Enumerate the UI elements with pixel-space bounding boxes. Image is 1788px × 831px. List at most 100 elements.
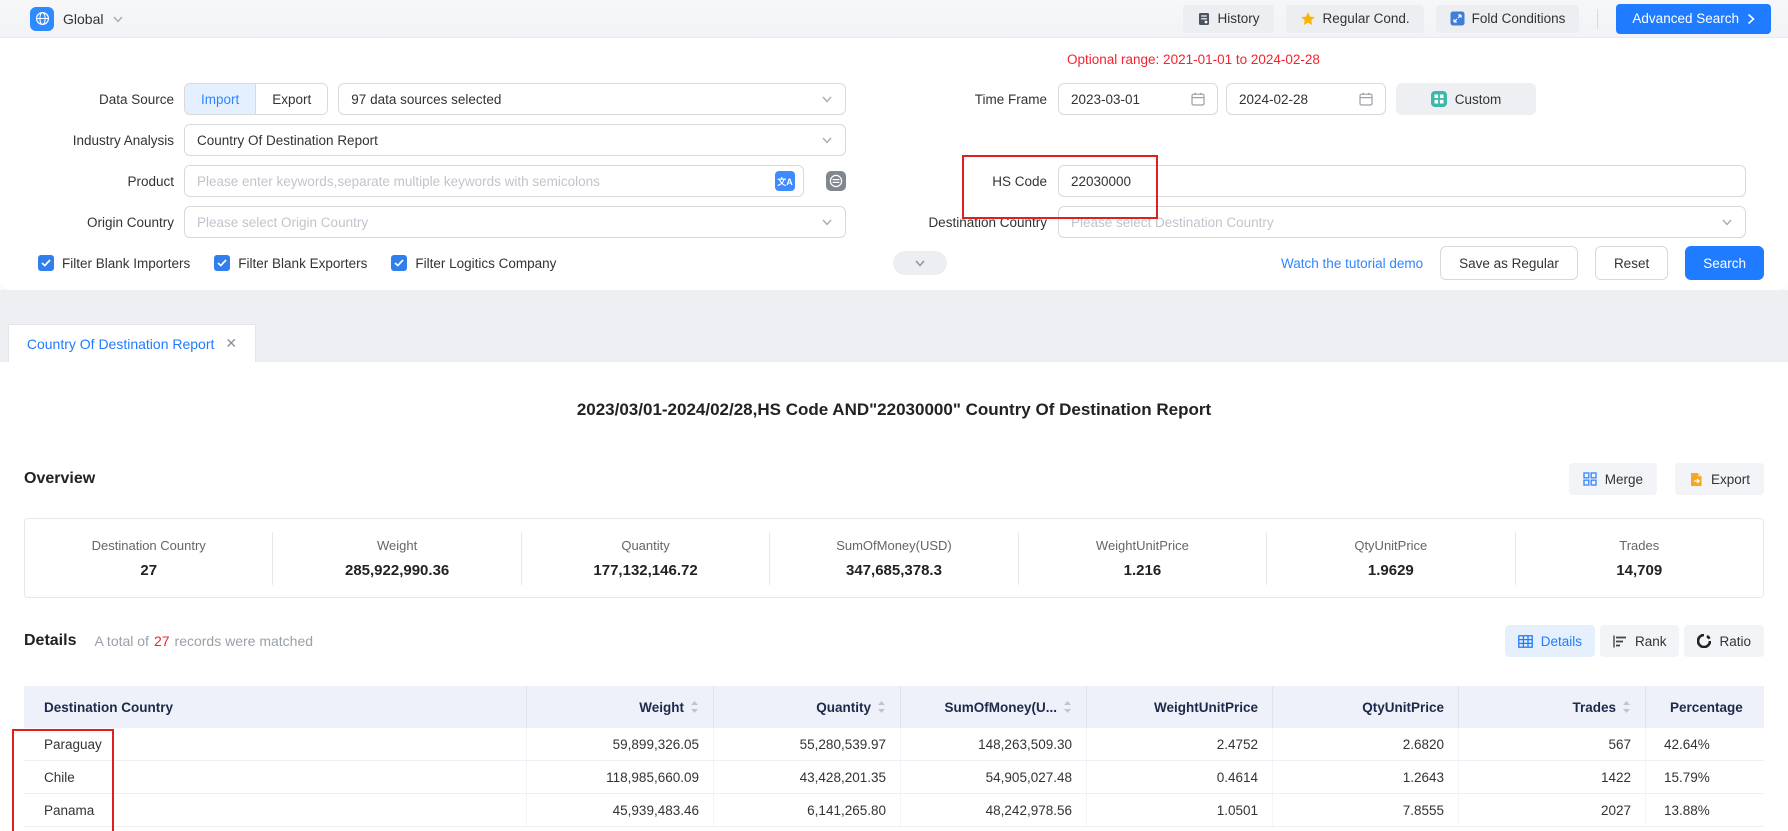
- col-trades[interactable]: Trades: [1458, 686, 1645, 728]
- sort-icon[interactable]: [1622, 700, 1631, 714]
- search-button[interactable]: Search: [1685, 246, 1764, 280]
- import-toggle[interactable]: Import: [185, 84, 255, 114]
- col-destination-country[interactable]: Destination Country: [24, 686, 526, 728]
- tutorial-demo-link[interactable]: Watch the tutorial demo: [1281, 256, 1423, 271]
- view-details-button[interactable]: Details: [1505, 625, 1595, 657]
- export-button[interactable]: Export: [1675, 463, 1764, 495]
- merge-button[interactable]: Merge: [1569, 463, 1657, 495]
- cell-qty-unit-price: 1.2643: [1272, 761, 1458, 793]
- checkbox-checked-icon: [391, 255, 407, 271]
- col-label: Quantity: [816, 700, 871, 715]
- view-rank-button[interactable]: Rank: [1600, 625, 1680, 657]
- stat-label: Weight: [277, 538, 516, 553]
- col-qty-unit-price[interactable]: QtyUnitPrice: [1272, 686, 1458, 728]
- destination-country-select[interactable]: Please select Destination Country: [1058, 206, 1746, 238]
- view-ratio-label: Ratio: [1719, 634, 1751, 649]
- export-icon: [1689, 472, 1703, 487]
- stat-quantity: Quantity 177,132,146.72: [522, 532, 770, 585]
- cell-weight: 45,939,483.46: [526, 794, 713, 826]
- cell-weight-unit-price: 2.4752: [1086, 728, 1272, 760]
- custom-range-button[interactable]: Custom: [1396, 83, 1536, 115]
- collapse-conditions-button[interactable]: [893, 251, 947, 275]
- cell-weight-unit-price: 1.0501: [1086, 794, 1272, 826]
- chevron-down-icon: [821, 216, 833, 228]
- enumerate-icon[interactable]: [826, 171, 846, 191]
- table-row[interactable]: Chile 118,985,660.09 43,428,201.35 54,90…: [24, 761, 1764, 794]
- col-label: SumOfMoney(U...: [944, 700, 1057, 715]
- data-sources-select[interactable]: 97 data sources selected: [338, 83, 846, 115]
- sort-icon[interactable]: [690, 700, 699, 714]
- stat-label: SumOfMoney(USD): [774, 538, 1013, 553]
- col-sum-of-money[interactable]: SumOfMoney(U...: [900, 686, 1086, 728]
- stat-label: WeightUnitPrice: [1023, 538, 1262, 553]
- fold-conditions-label: Fold Conditions: [1472, 11, 1566, 26]
- region-selector[interactable]: Global: [30, 7, 124, 31]
- details-table: Destination Country Weight Quantity SumO…: [24, 686, 1764, 827]
- search-form: Optional range: 2021-01-01 to 2024-02-28…: [0, 38, 1788, 290]
- save-as-regular-button[interactable]: Save as Regular: [1440, 246, 1578, 280]
- chevron-right-icon: [1747, 13, 1755, 25]
- time-frame-label: Time Frame: [846, 92, 1058, 107]
- cell-sum-of-money: 48,242,978.56: [900, 794, 1086, 826]
- filter-logistics-company-checkbox[interactable]: Filter Logitics Company: [391, 255, 556, 271]
- regular-cond-button[interactable]: Regular Cond.: [1286, 5, 1424, 33]
- product-input[interactable]: [197, 174, 775, 189]
- match-count: 27: [149, 633, 175, 649]
- date-start-input[interactable]: 2023-03-01: [1058, 83, 1218, 115]
- cell-quantity: 43,428,201.35: [713, 761, 900, 793]
- filter-blank-exporters-checkbox[interactable]: Filter Blank Exporters: [214, 255, 367, 271]
- star-icon: [1300, 11, 1316, 27]
- bar-chart-icon: [1613, 635, 1627, 648]
- cell-qty-unit-price: 7.8555: [1272, 794, 1458, 826]
- regular-cond-label: Regular Cond.: [1323, 11, 1410, 26]
- export-label: Export: [1711, 472, 1750, 487]
- col-label: Trades: [1572, 700, 1616, 715]
- table-row[interactable]: Panama 45,939,483.46 6,141,265.80 48,242…: [24, 794, 1764, 827]
- cell-percentage: 13.88%: [1645, 794, 1764, 826]
- view-rank-label: Rank: [1635, 634, 1667, 649]
- date-end-input[interactable]: 2024-02-28: [1226, 83, 1386, 115]
- globe-icon: [30, 7, 54, 31]
- data-sources-value: 97 data sources selected: [351, 92, 501, 107]
- tab-country-of-destination-report[interactable]: Country Of Destination Report ✕: [8, 324, 256, 362]
- date-end-value: 2024-02-28: [1239, 92, 1308, 107]
- industry-analysis-select[interactable]: Country Of Destination Report: [184, 124, 846, 156]
- translate-icon[interactable]: 文A: [775, 171, 795, 191]
- cell-weight: 59,899,326.05: [526, 728, 713, 760]
- optional-range-hint: Optional range: 2021-01-01 to 2024-02-28: [1067, 52, 1320, 67]
- view-ratio-button[interactable]: Ratio: [1684, 625, 1764, 657]
- merge-label: Merge: [1605, 472, 1643, 487]
- origin-country-select[interactable]: Please select Origin Country: [184, 206, 846, 238]
- advanced-search-button[interactable]: Advanced Search: [1616, 4, 1771, 34]
- sort-icon[interactable]: [1063, 700, 1072, 714]
- cell-trades: 567: [1458, 728, 1645, 760]
- product-input-wrap: 文A: [184, 165, 804, 197]
- col-quantity[interactable]: Quantity: [713, 686, 900, 728]
- match-suffix: records were matched: [175, 633, 314, 649]
- sort-icon[interactable]: [877, 700, 886, 714]
- table-row[interactable]: Paraguay 59,899,326.05 55,280,539.97 148…: [24, 728, 1764, 761]
- history-button[interactable]: History: [1183, 5, 1274, 33]
- fold-icon: [1450, 11, 1465, 26]
- origin-country-placeholder: Please select Origin Country: [197, 215, 368, 230]
- table-header-row: Destination Country Weight Quantity SumO…: [24, 686, 1764, 728]
- reset-button[interactable]: Reset: [1595, 246, 1668, 280]
- filter-blank-importers-checkbox[interactable]: Filter Blank Importers: [38, 255, 190, 271]
- col-weight-unit-price[interactable]: WeightUnitPrice: [1086, 686, 1272, 728]
- destination-country-placeholder: Please select Destination Country: [1071, 215, 1274, 230]
- col-percentage[interactable]: Percentage: [1645, 686, 1764, 728]
- hs-code-input-wrap: [1058, 165, 1746, 197]
- hs-code-input[interactable]: [1071, 174, 1733, 189]
- cell-quantity: 6,141,265.80: [713, 794, 900, 826]
- stat-weight: Weight 285,922,990.36: [273, 532, 521, 585]
- table-icon: [1518, 635, 1533, 648]
- stat-trades: Trades 14,709: [1516, 532, 1763, 585]
- close-icon[interactable]: ✕: [225, 335, 237, 352]
- cell-percentage: 15.79%: [1645, 761, 1764, 793]
- col-weight[interactable]: Weight: [526, 686, 713, 728]
- fold-conditions-button[interactable]: Fold Conditions: [1436, 5, 1580, 33]
- stat-weight-unit-price: WeightUnitPrice 1.216: [1019, 532, 1267, 585]
- export-toggle[interactable]: Export: [255, 84, 327, 114]
- calendar-icon: [1191, 92, 1205, 106]
- chevron-down-icon: [821, 93, 833, 105]
